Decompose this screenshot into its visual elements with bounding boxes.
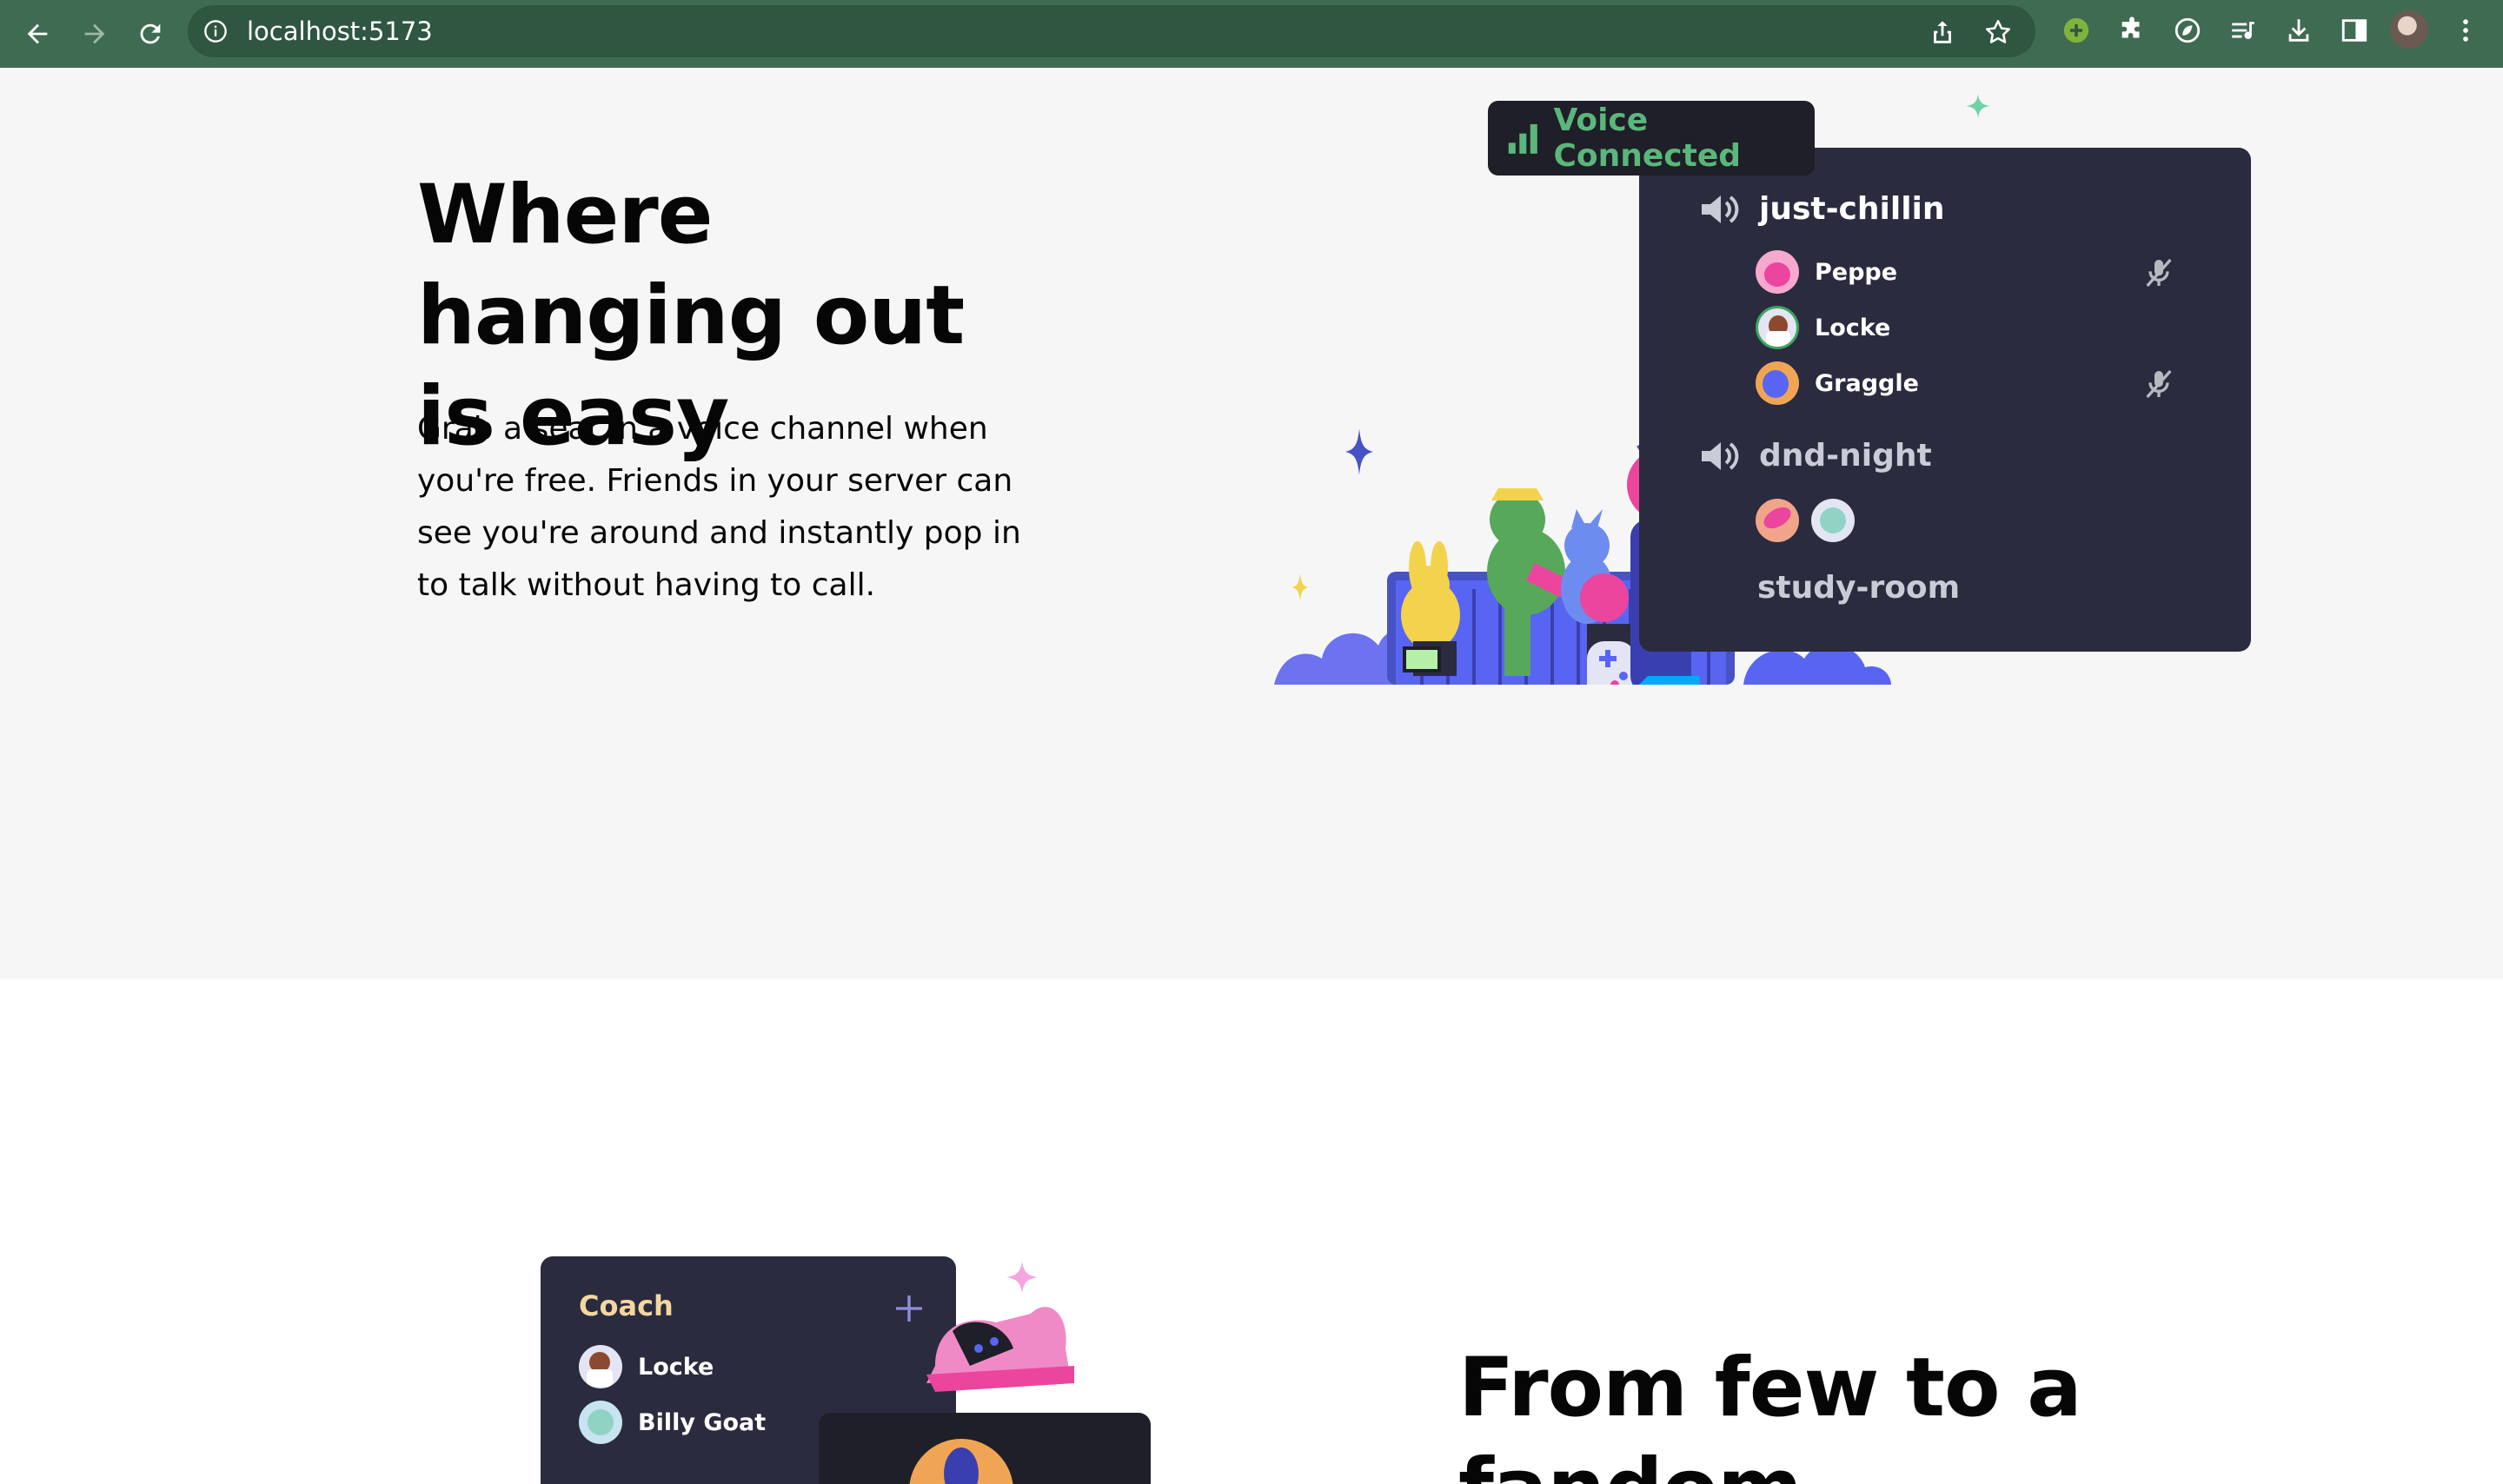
hero-description: Grab a seat in a voice channel when you'… [417,411,1021,603]
back-arrow-icon [27,23,48,44]
channel-name: just-chillin [1759,191,1945,227]
browser-toolbar: localhost:5173 [0,0,2503,68]
mic-muted-icon [2146,369,2172,399]
site-info-icon[interactable] [203,19,228,43]
avatar [1756,306,1799,349]
back-button[interactable] [16,12,59,56]
channel-name: study-room [1757,570,1961,606]
side-panel-icon[interactable] [2338,14,2371,47]
user-name: Peppe [1815,258,1898,286]
speaker-icon [1702,195,1739,223]
extension-leaf-icon[interactable] [2171,14,2204,47]
url-text[interactable]: localhost:5173 [247,17,433,46]
voice-connected-badge: Voice Connected [1488,101,1815,176]
address-bar[interactable]: localhost:5173 [188,5,2035,57]
avatar [579,1345,622,1388]
voice-connected-label: Voice Connected [1553,103,1742,174]
user-name: Locke [1815,314,1891,341]
dark-preview-card [819,1413,1151,1484]
section-title: From few to a fandom [1458,1341,2082,1484]
reload-icon [140,23,161,44]
reading-list-icon[interactable] [2227,14,2260,47]
voice-channel-just-chillin[interactable]: just-chillin [1700,191,1945,227]
sparkle-green-icon [1966,94,1990,118]
voice-user-graggle[interactable]: Graggle [1756,361,1919,405]
avatar [1756,361,1799,405]
user-name: Billy Goat [638,1408,767,1436]
bookmark-star-icon[interactable] [1983,17,2013,47]
speaker-icon [1702,441,1739,470]
voice-channel-dnd-night[interactable]: dnd-night [1700,438,1932,474]
profile-avatar[interactable] [2390,10,2428,49]
forward-button[interactable] [73,12,116,56]
signal-bars-icon [1508,123,1537,154]
voice-user-avatar[interactable] [1756,499,1799,542]
more-menu-icon[interactable] [2449,14,2482,47]
forward-arrow-icon [84,23,105,44]
extension-green-icon[interactable] [2060,14,2093,47]
reload-button[interactable] [129,12,172,56]
avatar [579,1401,622,1444]
download-icon[interactable] [2282,14,2315,47]
extensions-puzzle-icon[interactable] [2115,14,2148,47]
channel-name: dnd-night [1759,438,1932,474]
coach-user-locke[interactable]: Locke [579,1345,714,1388]
hero-section: Where hanging out is easy Grab a seat in… [0,68,2503,978]
voice-user-avatar[interactable] [1811,499,1855,542]
voice-user-locke[interactable]: Locke [1756,306,1890,349]
sneaker-illustration [926,1262,1074,1392]
coach-user-billy-goat[interactable]: Billy Goat [579,1401,766,1444]
mic-muted-icon [2146,258,2172,288]
user-name: Locke [638,1353,714,1381]
user-name: Graggle [1815,369,1919,397]
voice-user-peppe[interactable]: Peppe [1756,250,1897,294]
avatar [1756,250,1799,294]
coach-channel-title: Coach [579,1289,674,1322]
voice-channel-study-room[interactable]: study-room [1757,570,1960,606]
share-icon[interactable] [1928,17,1957,47]
